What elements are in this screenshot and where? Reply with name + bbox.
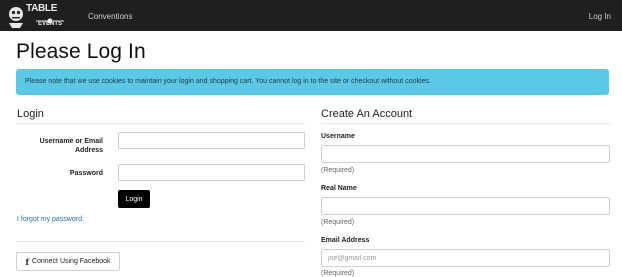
username-input[interactable] (118, 132, 305, 149)
nav-login-link[interactable]: Log In (589, 12, 611, 21)
cookie-alert: Please note that we use cookies to maint… (16, 69, 609, 95)
password-input[interactable] (118, 164, 305, 181)
create-account-heading: Create An Account (321, 108, 413, 120)
email-input[interactable] (321, 249, 610, 267)
login-button[interactable]: Login (118, 190, 150, 208)
real-name-label: Real Name (321, 185, 357, 192)
username-label-line1: Username or Email (39, 138, 103, 145)
forgot-password-link[interactable]: I forgot my password. (17, 216, 84, 223)
username-label-line2: Address (74, 147, 103, 154)
real-name-input[interactable] (321, 197, 610, 215)
logo-text-events: EVENTS (38, 21, 63, 27)
new-username-input[interactable] (321, 145, 610, 163)
facebook-icon: f (25, 256, 29, 267)
create-account-divider (321, 123, 610, 124)
page-title: Please Log In (16, 40, 146, 63)
username-label: Username or Email Address (16, 137, 103, 155)
logo-text-table: TABLE (26, 3, 58, 14)
login-heading: Login (17, 108, 44, 120)
email-label: Email Address (321, 237, 370, 244)
real-name-help: (Required) (321, 219, 355, 226)
new-username-help: (Required) (321, 167, 355, 174)
nav-conventions-link[interactable]: Conventions (88, 12, 132, 21)
password-label: Password (69, 170, 103, 177)
new-username-label: Username (321, 133, 355, 140)
social-divider (16, 241, 305, 242)
login-divider (16, 123, 305, 124)
facebook-connect-button[interactable]: f Connect Using Facebook (16, 252, 120, 271)
top-navbar: TABLE EVENTS Conventions Log In (0, 0, 622, 31)
facebook-button-label: Connect Using Facebook (31, 258, 111, 265)
